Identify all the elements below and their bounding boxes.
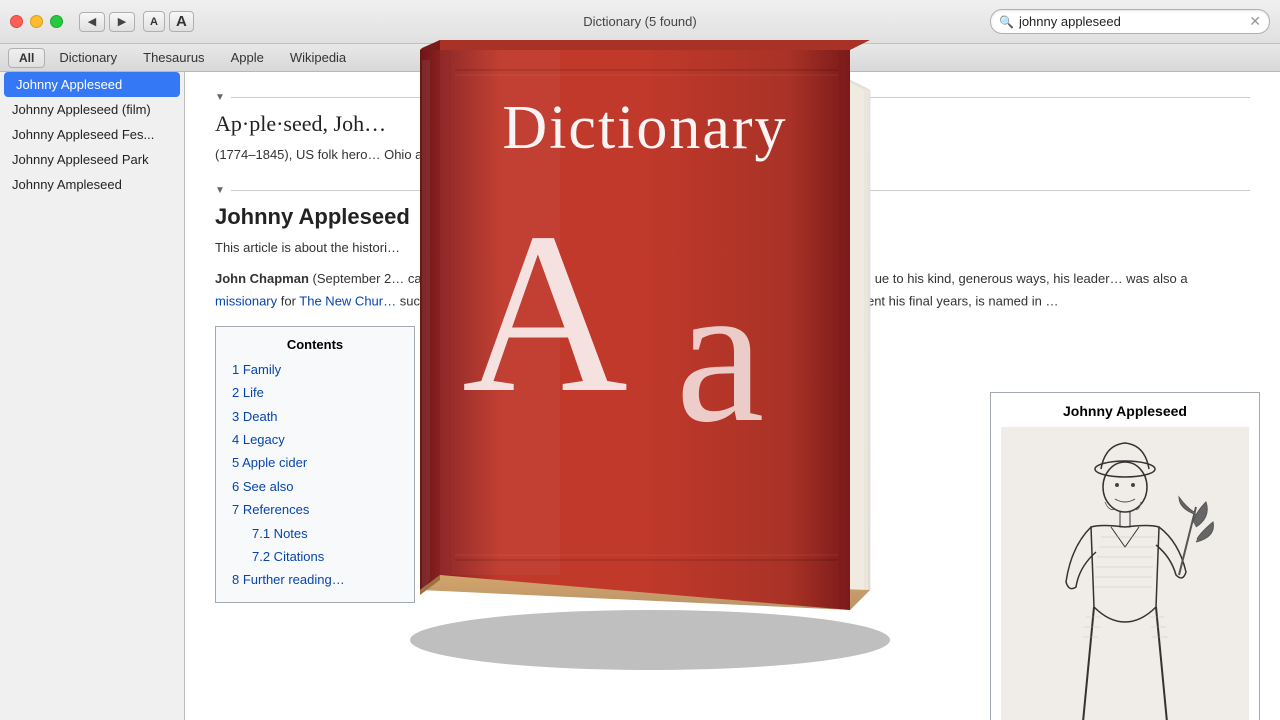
contents-box: Contents 1 Family 2 Life 3 Death 4 Legac… bbox=[215, 326, 415, 603]
font-decrease-button[interactable]: A bbox=[143, 11, 165, 32]
tab-apple[interactable]: Apple bbox=[219, 47, 276, 68]
minimize-button[interactable] bbox=[30, 15, 43, 28]
sidebar-item-johnny-appleseed[interactable]: Johnny Appleseed bbox=[4, 72, 180, 97]
contents-item-apple-cider[interactable]: 5 Apple cider bbox=[232, 451, 398, 474]
search-icon: 🔍 bbox=[999, 15, 1014, 29]
search-container: 🔍 ✕ bbox=[990, 9, 1270, 34]
dictionary-entry-title: Ap·ple·seed, Joh… bbox=[215, 111, 1250, 137]
link-new-church[interactable]: The New Chur… bbox=[299, 293, 396, 308]
font-size-buttons: A A bbox=[143, 11, 194, 32]
collapse-triangle-dict[interactable]: ▼ bbox=[215, 92, 225, 103]
contents-item-life[interactable]: 2 Life bbox=[232, 381, 398, 404]
tabs-bar: All Dictionary Thesaurus Apple Wikipedia bbox=[0, 44, 1280, 72]
johnny-appleseed-figure bbox=[1001, 427, 1249, 720]
wiki-person-name: John Chapman bbox=[215, 271, 309, 286]
nav-buttons: ◀ ▶ bbox=[79, 12, 135, 32]
tab-dictionary[interactable]: Dictionary bbox=[47, 47, 129, 68]
sidebar-item-ampleseed[interactable]: Johnny Ampleseed bbox=[0, 172, 184, 197]
search-input[interactable] bbox=[1019, 14, 1245, 29]
link-fort-wayne[interactable]: Fort Wayne bbox=[755, 293, 822, 308]
maximize-button[interactable] bbox=[50, 15, 63, 28]
traffic-lights bbox=[10, 15, 63, 28]
contents-item-notes[interactable]: 7.1 Notes bbox=[232, 522, 398, 545]
contents-item-further-reading[interactable]: 8 Further reading… bbox=[232, 568, 398, 591]
collapse-triangle-wiki[interactable]: ▼ bbox=[215, 185, 225, 196]
titlebar: ◀ ▶ A A Dictionary (5 found) 🔍 ✕ bbox=[0, 0, 1280, 44]
footnote-a: [A] bbox=[714, 292, 726, 303]
contents-item-death[interactable]: 3 Death bbox=[232, 405, 398, 428]
back-button[interactable]: ◀ bbox=[79, 12, 105, 32]
sidebar-item-film[interactable]: Johnny Appleseed (film) bbox=[0, 97, 184, 122]
dictionary-entry-def: (1774–1845), US folk hero… Ohio and Indi… bbox=[215, 145, 1250, 165]
contents-item-legacy[interactable]: 4 Legacy bbox=[232, 428, 398, 451]
wiki-entry-title: Johnny Appleseed bbox=[215, 204, 1250, 230]
search-box: 🔍 ✕ bbox=[990, 9, 1270, 34]
forward-button[interactable]: ▶ bbox=[109, 12, 135, 32]
font-increase-button[interactable]: A bbox=[169, 11, 194, 32]
contents-item-references[interactable]: 7 References bbox=[232, 498, 398, 521]
main-layout: Johnny Appleseed Johnny Appleseed (film)… bbox=[0, 72, 1280, 720]
search-clear-button[interactable]: ✕ bbox=[1249, 13, 1261, 30]
sidebar-item-festival[interactable]: Johnny Appleseed Fes... bbox=[0, 122, 184, 147]
divider-wiki bbox=[231, 190, 1250, 191]
contents-item-see-also[interactable]: 6 See also bbox=[232, 475, 398, 498]
divider-dict bbox=[231, 97, 1250, 98]
wiki-entry-subtitle: This article is about the histori… bbox=[215, 238, 1250, 258]
window-title: Dictionary (5 found) bbox=[583, 14, 696, 29]
wiki-sidebar-image: Johnny Appleseed bbox=[990, 392, 1260, 720]
dictionary-section-header: ▼ bbox=[215, 92, 1250, 103]
sidebar-item-park[interactable]: Johnny Appleseed Park bbox=[0, 147, 184, 172]
close-button[interactable] bbox=[10, 15, 23, 28]
tab-wikipedia[interactable]: Wikipedia bbox=[278, 47, 358, 68]
link-illinois[interactable]: Illinois bbox=[621, 271, 657, 286]
contents-item-citations[interactable]: 7.2 Citations bbox=[232, 545, 398, 568]
contents-header: Contents bbox=[232, 337, 398, 352]
tab-thesaurus[interactable]: Thesaurus bbox=[131, 47, 216, 68]
wiki-body-text: John Chapman (September 2… can pioneer n… bbox=[215, 269, 1250, 312]
link-nurseryman[interactable]: nurseryman bbox=[479, 271, 548, 286]
link-missionary[interactable]: missionary bbox=[215, 293, 277, 308]
figure-svg bbox=[1001, 427, 1249, 720]
sidebar-image-title: Johnny Appleseed bbox=[1001, 403, 1249, 419]
wikipedia-section-header: ▼ bbox=[215, 185, 1250, 196]
contents-item-family[interactable]: 1 Family bbox=[232, 358, 398, 381]
tab-all[interactable]: All bbox=[8, 48, 45, 68]
sidebar: Johnny Appleseed Johnny Appleseed (film)… bbox=[0, 72, 185, 720]
content-area: ▼ Ap·ple·seed, Joh… (1774–1845), US folk… bbox=[185, 72, 1280, 720]
